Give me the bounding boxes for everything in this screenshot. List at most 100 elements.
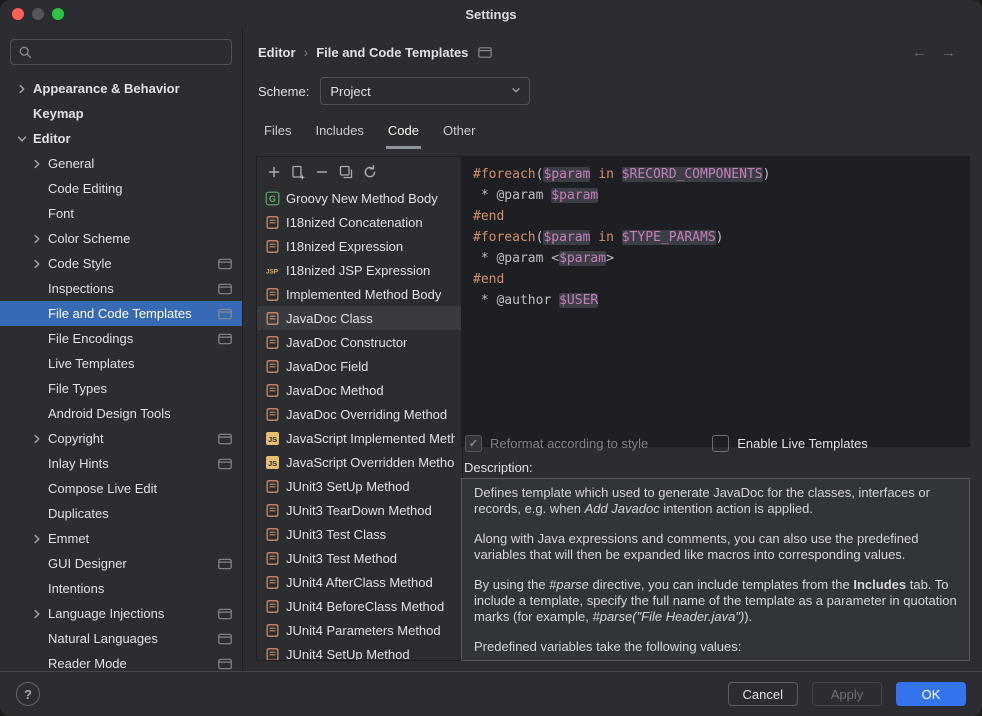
template-item-implemented-method-body[interactable]: Implemented Method Body [257, 282, 462, 306]
reformat-option[interactable]: Reformat according to style [465, 435, 648, 452]
sidebar-item-emmet[interactable]: Emmet [0, 526, 242, 551]
sidebar-item-code-style[interactable]: Code Style [0, 251, 242, 276]
template-list-panel: GGroovy New Method BodyI18nized Concaten… [256, 156, 463, 661]
chevron-spacer [30, 457, 48, 471]
tab-files[interactable]: Files [262, 116, 293, 149]
chevron-right-icon[interactable] [30, 432, 48, 446]
template-item-i18nized-concatenation[interactable]: I18nized Concatenation [257, 210, 462, 234]
chevron-right-icon[interactable] [30, 607, 48, 621]
tab-code[interactable]: Code [386, 116, 421, 149]
sidebar-item-language-injections[interactable]: Language Injections [0, 601, 242, 626]
sidebar-item-compose-live-edit[interactable]: Compose Live Edit [0, 476, 242, 501]
template-item-junit3-test-class[interactable]: JUnit3 Test Class [257, 522, 462, 546]
sidebar-item-live-templates[interactable]: Live Templates [0, 351, 242, 376]
template-item-label: I18nized Expression [286, 239, 403, 254]
sidebar-item-editor[interactable]: Editor [0, 126, 242, 151]
live-templates-checkbox[interactable] [712, 435, 729, 452]
forward-button[interactable]: → [941, 45, 956, 60]
reset-button[interactable] [362, 164, 378, 180]
template-item-label: JUnit4 BeforeClass Method [286, 599, 444, 614]
sidebar-item-keymap[interactable]: Keymap [0, 101, 242, 126]
sidebar-item-reader-mode[interactable]: Reader Mode [0, 651, 242, 672]
sidebar-item-intentions[interactable]: Intentions [0, 576, 242, 601]
add-button[interactable] [266, 164, 282, 180]
remove-button[interactable] [314, 164, 330, 180]
cancel-button[interactable]: Cancel [728, 682, 798, 706]
close-button[interactable] [12, 8, 24, 20]
tab-other[interactable]: Other [441, 116, 478, 149]
template-item-javadoc-method[interactable]: JavaDoc Method [257, 378, 462, 402]
template-item-javadoc-overriding-method[interactable]: JavaDoc Overriding Method [257, 402, 462, 426]
template-item-javascript-implemented-method-body[interactable]: JSJavaScript Implemented Method Body [257, 426, 462, 450]
footer-buttons: Cancel Apply OK [728, 682, 966, 706]
template-file-icon [264, 383, 280, 398]
live-templates-option[interactable]: Enable Live Templates [712, 435, 868, 452]
scheme-row: Scheme: Project [258, 77, 530, 105]
minimize-button[interactable] [32, 8, 44, 20]
chevron-down-icon[interactable] [15, 132, 33, 146]
template-item-i18nized-expression[interactable]: I18nized Expression [257, 234, 462, 258]
sidebar-item-file-and-code-templates[interactable]: File and Code Templates [0, 301, 242, 326]
chevron-down-icon [510, 84, 522, 99]
scheme-dropdown[interactable]: Project [320, 77, 530, 105]
sidebar-item-inlay-hints[interactable]: Inlay Hints [0, 451, 242, 476]
template-item-junit4-beforeclass-method[interactable]: JUnit4 BeforeClass Method [257, 594, 462, 618]
template-item-junit4-afterclass-method[interactable]: JUnit4 AfterClass Method [257, 570, 462, 594]
sidebar-item-gui-designer[interactable]: GUI Designer [0, 551, 242, 576]
chevron-right-icon[interactable] [30, 157, 48, 171]
settings-tree: Appearance & BehaviorKeymapEditorGeneral… [0, 76, 242, 672]
template-item-junit3-test-method[interactable]: JUnit3 Test Method [257, 546, 462, 570]
screen-settings-icon [218, 558, 232, 569]
template-item-junit4-parameters-method[interactable]: JUnit4 Parameters Method [257, 618, 462, 642]
search-input[interactable] [38, 39, 227, 65]
duplicate-button[interactable] [338, 164, 354, 180]
tab-includes[interactable]: Includes [313, 116, 365, 149]
template-item-groovy-new-method-body[interactable]: GGroovy New Method Body [257, 186, 462, 210]
sidebar-item-label: Color Scheme [48, 231, 130, 246]
sidebar-item-duplicates[interactable]: Duplicates [0, 501, 242, 526]
help-button[interactable]: ? [16, 682, 40, 706]
template-item-i18nized-jsp-expression[interactable]: JSPI18nized JSP Expression [257, 258, 462, 282]
sidebar-item-font[interactable]: Font [0, 201, 242, 226]
template-item-junit3-teardown-method[interactable]: JUnit3 TearDown Method [257, 498, 462, 522]
template-item-javadoc-constructor[interactable]: JavaDoc Constructor [257, 330, 462, 354]
template-file-icon [264, 551, 280, 566]
template-item-javascript-overridden-method-body[interactable]: JSJavaScript Overridden Method Body [257, 450, 462, 474]
chevron-right-icon[interactable] [30, 232, 48, 246]
chevron-right-icon[interactable] [30, 257, 48, 271]
back-button[interactable]: ← [912, 45, 927, 60]
template-item-javadoc-class[interactable]: JavaDoc Class [257, 306, 462, 330]
sidebar-item-code-editing[interactable]: Code Editing [0, 176, 242, 201]
chevron-spacer [30, 207, 48, 221]
reformat-checkbox[interactable] [465, 435, 482, 452]
template-file-icon [264, 407, 280, 422]
sidebar-item-natural-languages[interactable]: Natural Languages [0, 626, 242, 651]
template-file-icon [264, 623, 280, 638]
template-editor[interactable]: #foreach($param in $RECORD_COMPONENTS) *… [461, 156, 970, 447]
chevron-right-icon[interactable] [30, 532, 48, 546]
sidebar-item-file-encodings[interactable]: File Encodings [0, 326, 242, 351]
template-item-javadoc-field[interactable]: JavaDoc Field [257, 354, 462, 378]
copy-button[interactable] [290, 164, 306, 180]
chevron-right-icon[interactable] [15, 82, 33, 96]
sidebar-item-file-types[interactable]: File Types [0, 376, 242, 401]
sidebar-item-android-design-tools[interactable]: Android Design Tools [0, 401, 242, 426]
description-box[interactable]: Defines template which used to generate … [461, 478, 970, 661]
sidebar-item-label: Emmet [48, 531, 89, 546]
sidebar-item-color-scheme[interactable]: Color Scheme [0, 226, 242, 251]
settings-search[interactable] [10, 39, 232, 65]
template-file-icon [264, 575, 280, 590]
zoom-button[interactable] [52, 8, 64, 20]
breadcrumb-editor[interactable]: Editor [258, 45, 296, 60]
sidebar-item-copyright[interactable]: Copyright [0, 426, 242, 451]
template-item-junit3-setup-method[interactable]: JUnit3 SetUp Method [257, 474, 462, 498]
ok-button[interactable]: OK [896, 682, 966, 706]
sidebar-item-inspections[interactable]: Inspections [0, 276, 242, 301]
apply-button[interactable]: Apply [812, 682, 882, 706]
template-file-icon [264, 311, 280, 326]
reformat-label: Reformat according to style [490, 436, 648, 451]
template-file-icon [264, 359, 280, 374]
sidebar-item-general[interactable]: General [0, 151, 242, 176]
sidebar-item-appearance-behavior[interactable]: Appearance & Behavior [0, 76, 242, 101]
template-item-junit4-setup-method[interactable]: JUnit4 SetUp Method [257, 642, 462, 660]
